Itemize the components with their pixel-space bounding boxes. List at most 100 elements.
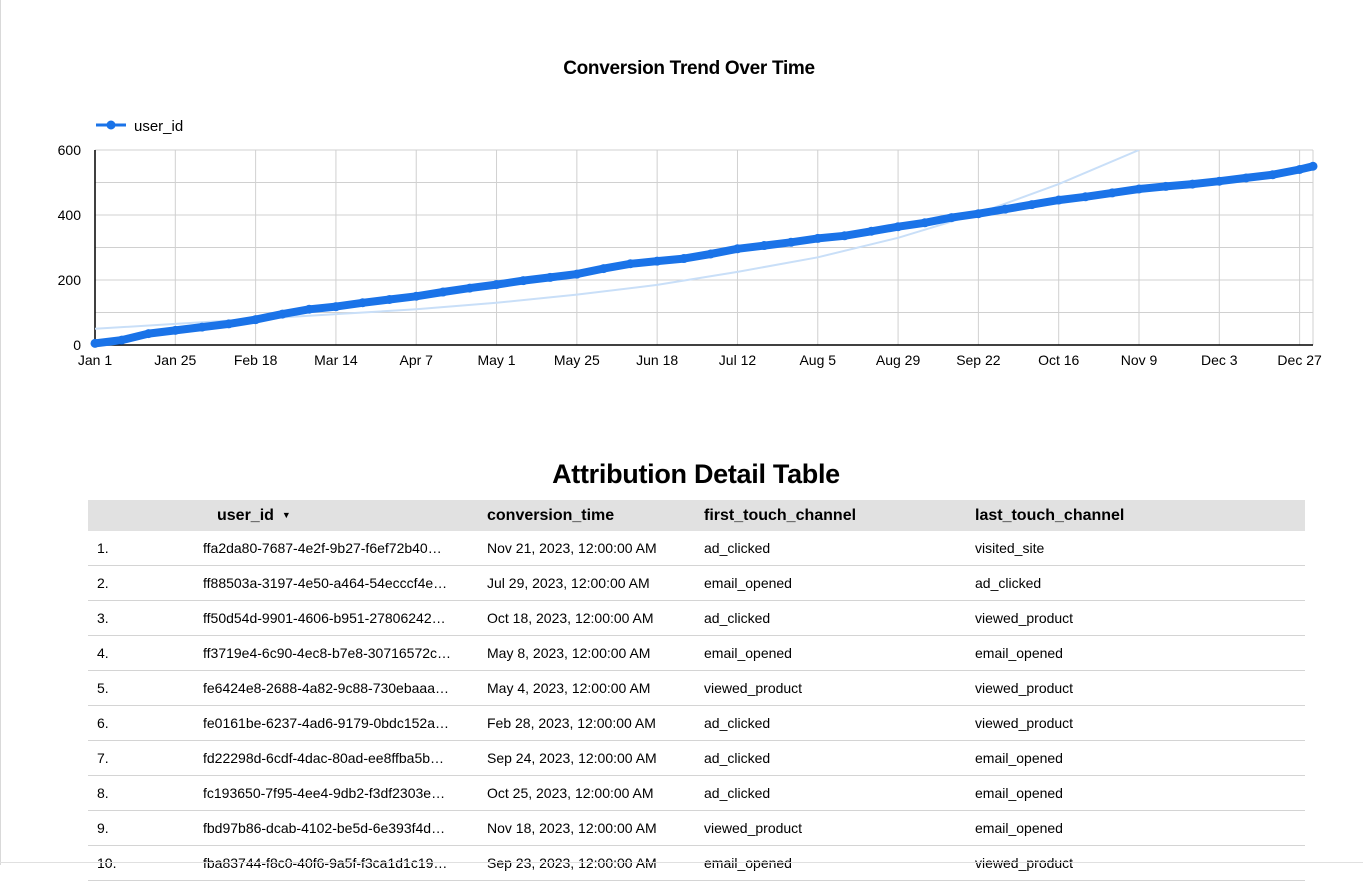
attribution-table: user_id ▼ conversion_time first_touch_cha… [88, 500, 1305, 881]
data-point [545, 272, 555, 282]
data-point [706, 249, 716, 259]
first-touch-channel-cell: ad_clicked [704, 785, 771, 801]
column-header-conversion-time[interactable]: conversion_time [487, 507, 614, 525]
column-header-user-id[interactable]: user_id ▼ [217, 507, 291, 525]
data-point [224, 319, 234, 329]
column-header-last-touch-channel[interactable]: last_touch_channel [975, 507, 1124, 525]
last-touch-channel-cell: email_opened [975, 750, 1063, 766]
row-index: 2. [97, 575, 109, 591]
data-point [947, 213, 957, 223]
data-point [170, 325, 180, 335]
y-tick-label: 400 [58, 207, 82, 223]
x-tick-label: May 1 [477, 352, 515, 368]
x-tick-label: Feb 18 [234, 352, 278, 368]
y-tick-label: 200 [58, 272, 82, 288]
x-tick-label: Jan 25 [154, 352, 196, 368]
user-id-cell: fbd97b86-dcab-4102-be5d-6e393f4d… [203, 820, 446, 836]
line-chart: Jan 1 Jan 25 Feb 18 Mar 14 Apr 7 May 1 May 25 J… [58, 118, 1322, 368]
conversion-time-cell: Jul 29, 2023, 12:00:00 AM [487, 575, 650, 591]
table-header: user_id ▼ conversion_time first_touch_cha… [88, 500, 1305, 531]
conversion-time-cell: Nov 21, 2023, 12:00:00 AM [487, 540, 657, 556]
first-touch-channel-cell: email_opened [704, 645, 792, 661]
x-tick-label: Aug 5 [799, 352, 836, 368]
last-touch-channel-cell: viewed_product [975, 715, 1074, 731]
conversion-time-cell: Oct 25, 2023, 12:00:00 AM [487, 785, 654, 801]
data-point [1000, 204, 1010, 214]
data-point [1080, 192, 1090, 202]
row-index: 8. [97, 785, 109, 801]
last-touch-channel-cell: viewed_product [975, 855, 1074, 871]
table-row[interactable]: 10. fba83744-f8c0-40f6-9a5f-f3ca1d1c19… Se… [88, 846, 1305, 881]
last-touch-channel-cell: viewed_product [975, 610, 1074, 626]
row-index: 3. [97, 610, 109, 626]
row-index: 1. [97, 540, 109, 556]
data-point [1241, 173, 1251, 183]
user-id-cell: ffa2da80-7687-4e2f-9b27-f6ef72b40… [203, 540, 442, 556]
data-point [411, 291, 421, 301]
first-touch-channel-cell: ad_clicked [704, 715, 771, 731]
data-point [973, 209, 983, 219]
data-point [518, 276, 528, 286]
table-row[interactable]: 5. fe6424e8-2688-4a82-9c88-730ebaaa… May 4… [88, 671, 1305, 706]
table-row[interactable]: 6. fe0161be-6237-4ad6-9179-0bdc152a… Feb 2… [88, 706, 1305, 741]
row-index: 5. [97, 680, 109, 696]
user-id-cell: fba83744-f8c0-40f6-9a5f-f3ca1d1c19… [203, 855, 448, 871]
x-tick-label: Dec 27 [1277, 352, 1322, 368]
data-point [1308, 161, 1318, 171]
conversion-time-cell: Sep 23, 2023, 12:00:00 AM [487, 855, 657, 871]
data-point [331, 302, 341, 312]
table-row[interactable]: 2. ff88503a-3197-4e50-a464-54ecccf4e… Jul … [88, 566, 1305, 601]
user-id-cell: ff3719e4-6c90-4ec8-b7e8-30716572c… [203, 645, 452, 661]
x-tick-label: Mar 14 [314, 352, 358, 368]
x-tick-label: Jun 18 [636, 352, 678, 368]
table-body: 1. ffa2da80-7687-4e2f-9b27-f6ef72b40… Nov … [88, 531, 1305, 881]
sort-down-icon[interactable]: ▼ [282, 510, 291, 520]
data-point [492, 280, 502, 290]
data-point [840, 231, 850, 241]
data-point [732, 244, 742, 254]
table-row[interactable]: 3. ff50d54d-9901-4606-b951-27806242… Oct 1… [88, 601, 1305, 636]
data-point [786, 237, 796, 247]
conversion-time-cell: Sep 24, 2023, 12:00:00 AM [487, 750, 657, 766]
table-row[interactable]: 8. fc193650-7f95-4ee4-9db2-f3df2303e… Oct … [88, 776, 1305, 811]
data-point [384, 295, 394, 304]
row-index: 6. [97, 715, 109, 731]
first-touch-channel-cell: viewed_product [704, 680, 803, 696]
data-point [304, 304, 314, 314]
data-point [893, 222, 903, 232]
data-point [117, 335, 127, 345]
last-touch-channel-cell: email_opened [975, 820, 1063, 836]
data-point [866, 226, 876, 236]
data-point [759, 241, 769, 251]
first-touch-channel-cell: viewed_product [704, 820, 803, 836]
row-index: 9. [97, 820, 109, 836]
conversion-time-cell: Oct 18, 2023, 12:00:00 AM [487, 610, 654, 626]
first-touch-channel-cell: ad_clicked [704, 540, 771, 556]
table-title: Attribution Detail Table [552, 459, 840, 489]
column-header-label: user_id [217, 507, 274, 524]
column-header-first-touch-channel[interactable]: first_touch_channel [704, 507, 856, 525]
data-point [813, 233, 823, 243]
data-point [1161, 181, 1171, 191]
data-point [90, 338, 100, 348]
data-point [1268, 170, 1278, 180]
data-point [652, 256, 662, 266]
last-touch-channel-cell: visited_site [975, 540, 1045, 556]
data-point [1134, 184, 1144, 194]
data-point [625, 259, 635, 269]
y-tick-label: 0 [73, 337, 81, 353]
table-row[interactable]: 1. ffa2da80-7687-4e2f-9b27-f6ef72b40… Nov … [88, 531, 1305, 566]
data-point [358, 298, 368, 308]
table-row[interactable]: 4. ff3719e4-6c90-4ec8-b7e8-30716572c… May … [88, 636, 1305, 671]
y-tick-label: 600 [58, 142, 82, 158]
user-id-cell: fd22298d-6cdf-4dac-80ad-ee8ffba5b… [203, 750, 445, 766]
data-point [1107, 188, 1117, 198]
table-row[interactable]: 7. fd22298d-6cdf-4dac-80ad-ee8ffba5b… Sep … [88, 741, 1305, 776]
x-tick-label: Dec 3 [1201, 352, 1238, 368]
x-tick-label: Oct 16 [1038, 352, 1079, 368]
data-point [572, 269, 582, 279]
table-row[interactable]: 9. fbd97b86-dcab-4102-be5d-6e393f4d… Nov 1… [88, 811, 1305, 846]
x-tick-label: May 25 [554, 352, 600, 368]
user-id-cell: ff50d54d-9901-4606-b951-27806242… [203, 610, 446, 626]
user-id-cell: fc193650-7f95-4ee4-9db2-f3df2303e… [203, 785, 446, 801]
